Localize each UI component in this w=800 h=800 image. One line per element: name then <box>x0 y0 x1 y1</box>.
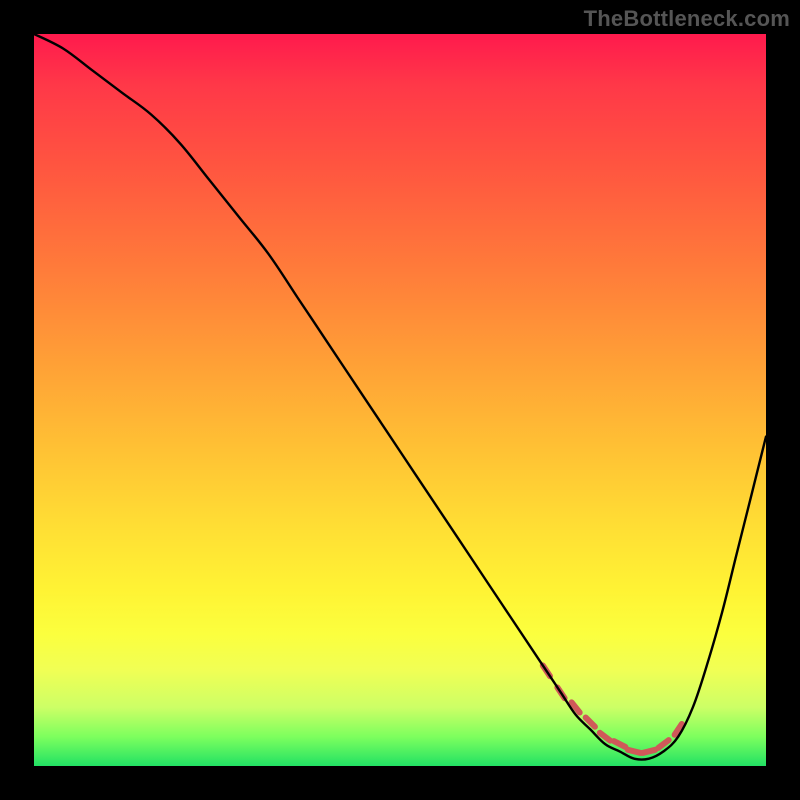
optimal-marker <box>614 741 626 747</box>
optimal-marker <box>658 740 668 748</box>
optimal-zone-markers <box>543 665 682 753</box>
bottleneck-curve-svg <box>34 34 766 766</box>
chart-frame: TheBottleneck.com <box>0 0 800 800</box>
optimal-marker <box>643 750 656 753</box>
optimal-marker <box>628 750 641 753</box>
plot-area <box>34 34 766 766</box>
watermark-text: TheBottleneck.com <box>584 6 790 32</box>
bottleneck-curve-path <box>34 34 766 760</box>
